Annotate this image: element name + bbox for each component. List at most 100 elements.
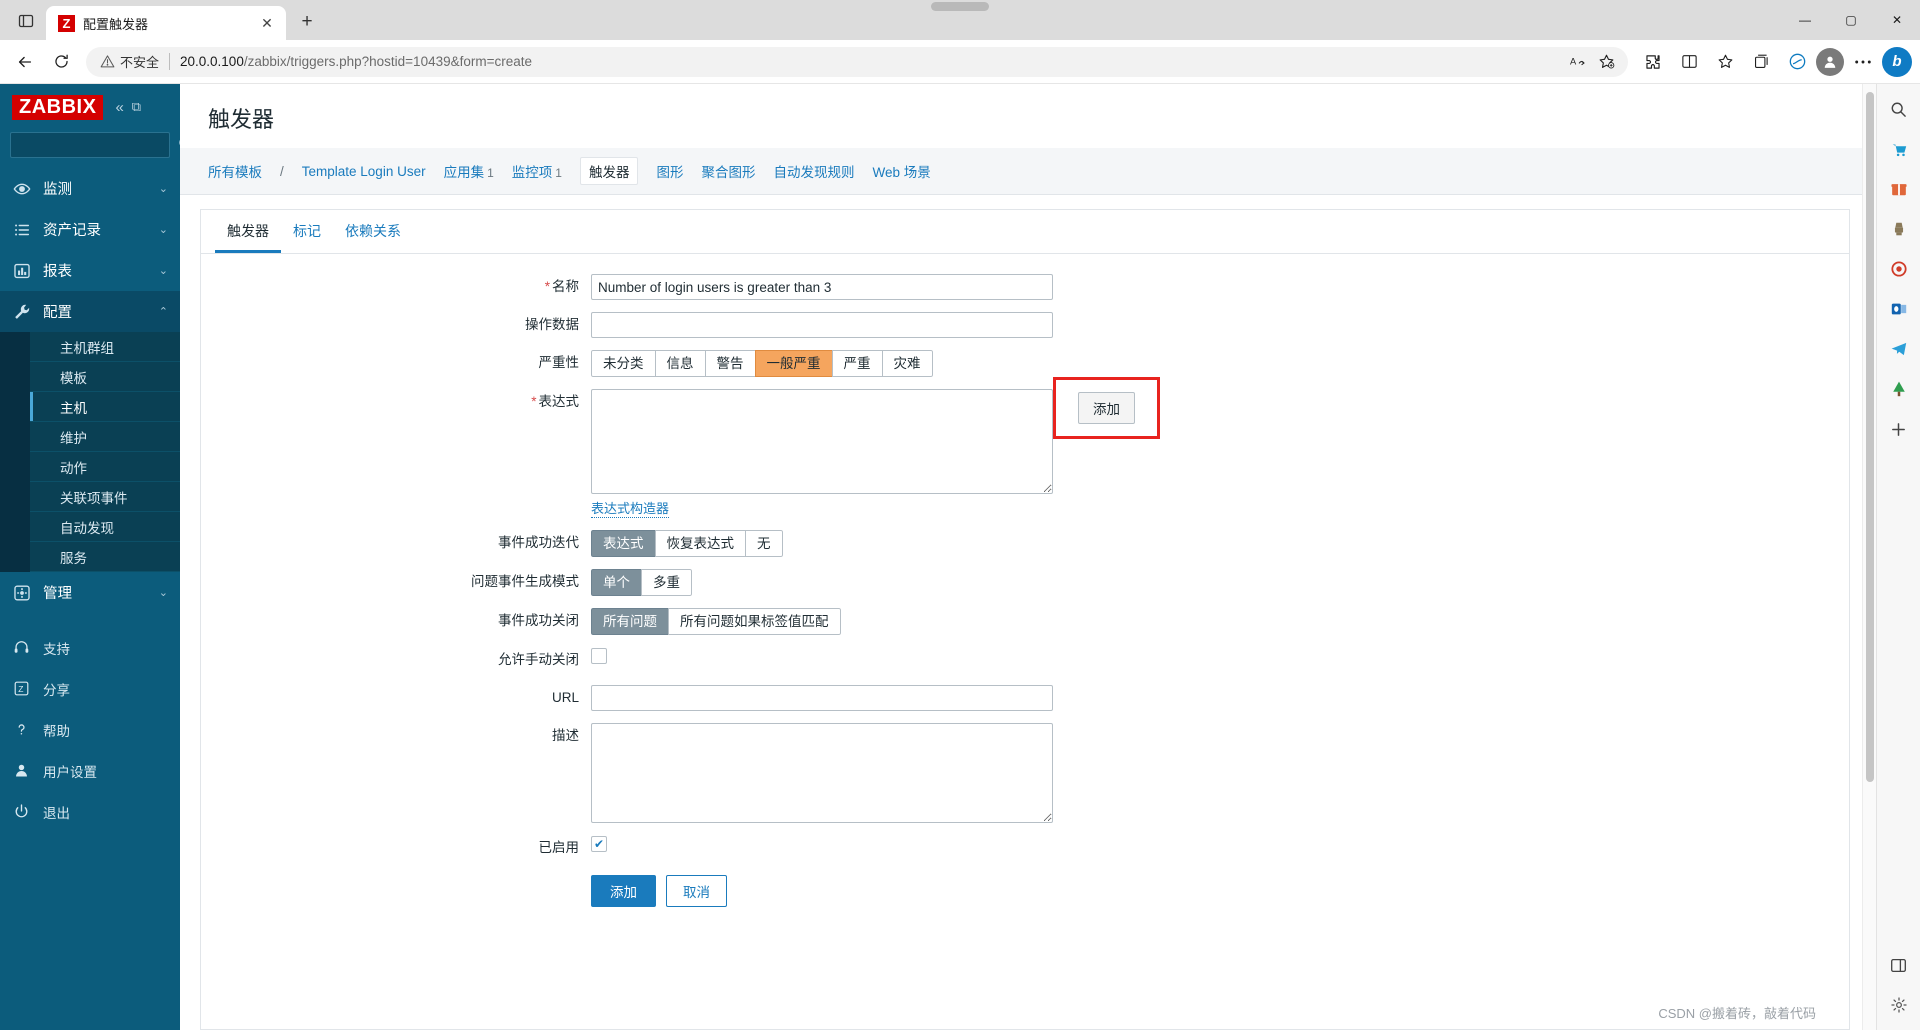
- security-indicator[interactable]: 不安全: [100, 52, 159, 71]
- submit-add-button[interactable]: 添加: [591, 875, 656, 907]
- sidebar-item-user-settings[interactable]: 用户设置: [0, 750, 180, 791]
- browser-tab[interactable]: Z 配置触发器 ✕: [46, 6, 286, 40]
- sidebar-item-help[interactable]: 帮助: [0, 709, 180, 750]
- page-scrollbar[interactable]: [1862, 84, 1876, 1030]
- severity-option-not-classified[interactable]: 未分类: [591, 350, 656, 377]
- reload-icon[interactable]: [44, 45, 78, 79]
- window-close-button[interactable]: ✕: [1874, 0, 1920, 40]
- url-input[interactable]: [591, 685, 1053, 711]
- tab-actions-icon[interactable]: [6, 4, 46, 38]
- sidebar-item-share[interactable]: Z 分享: [0, 668, 180, 709]
- ok-event-option-recovery-expression[interactable]: 恢复表达式: [654, 530, 746, 557]
- tab-dependencies[interactable]: 依赖关系: [333, 210, 413, 253]
- browser-essentials-icon[interactable]: [1780, 45, 1814, 79]
- breadcrumb: 所有模板 / Template Login User 应用集 1 监控项 1 触发器…: [180, 148, 1876, 195]
- sidebar-item-monitoring[interactable]: 监测 ⌄: [0, 168, 180, 209]
- page-scrollbar-thumb[interactable]: [1866, 92, 1874, 782]
- tab-tags[interactable]: 标记: [281, 210, 333, 253]
- sidebar-item-signout[interactable]: 退出: [0, 791, 180, 832]
- cancel-button[interactable]: 取消: [666, 875, 727, 907]
- sidebar-collapse-icon[interactable]: «: [115, 99, 123, 116]
- severity-option-warning[interactable]: 警告: [704, 350, 756, 377]
- breadcrumb-link-triggers-current[interactable]: 触发器: [579, 157, 639, 185]
- add-expression-button[interactable]: 添加: [1078, 392, 1135, 424]
- breadcrumb-link-web-scenarios[interactable]: Web 场景: [872, 161, 930, 181]
- sidebar-subitem-templates[interactable]: 模板: [30, 362, 180, 392]
- security-label: 不安全: [120, 55, 160, 70]
- sidebar-subitem-maintenance[interactable]: 维护: [30, 422, 180, 452]
- name-input[interactable]: [591, 274, 1053, 300]
- url-text: 20.0.0.100/zabbix/triggers.php?hostid=10…: [180, 54, 1558, 69]
- severity-option-high[interactable]: 严重: [831, 350, 883, 377]
- breadcrumb-template-name[interactable]: Template Login User: [302, 164, 426, 179]
- split-screen-icon[interactable]: [1672, 45, 1706, 79]
- breadcrumb-all-templates[interactable]: 所有模板: [208, 161, 262, 181]
- ok-event-option-expression-selected[interactable]: 表达式: [591, 530, 656, 557]
- form-row-actions: 添加 取消: [201, 875, 1849, 907]
- sidebar-item-reports[interactable]: 报表 ⌄: [0, 250, 180, 291]
- problem-event-option-single-selected[interactable]: 单个: [591, 569, 642, 596]
- tab-close-icon[interactable]: ✕: [256, 12, 278, 34]
- description-textarea[interactable]: [591, 723, 1053, 823]
- collections-icon[interactable]: [1744, 45, 1778, 79]
- breadcrumb-link-screens[interactable]: 聚合图形: [701, 161, 755, 181]
- enabled-checkbox[interactable]: ✔: [591, 835, 607, 852]
- expression-textarea[interactable]: [591, 389, 1053, 494]
- rail-search-icon[interactable]: [1884, 94, 1914, 124]
- sidebar-subitem-label: 服务: [60, 550, 87, 566]
- address-bar[interactable]: 不安全 20.0.0.100/zabbix/triggers.php?hosti…: [86, 46, 1628, 77]
- breadcrumb-link-applications[interactable]: 应用集 1: [444, 161, 494, 181]
- event-name-input[interactable]: [591, 312, 1053, 338]
- rail-tree-icon[interactable]: [1884, 374, 1914, 404]
- rail-office-icon[interactable]: [1884, 254, 1914, 284]
- sidebar-item-configuration[interactable]: 配置 ⌃: [0, 291, 180, 332]
- window-maximize-button[interactable]: ▢: [1828, 0, 1874, 40]
- profile-icon[interactable]: [1816, 47, 1844, 76]
- manual-close-checkbox[interactable]: [591, 647, 607, 664]
- rail-add-icon[interactable]: [1884, 414, 1914, 444]
- rail-outlook-icon[interactable]: [1884, 294, 1914, 324]
- search-input[interactable]: [17, 138, 178, 152]
- sidebar-item-support[interactable]: 支持: [0, 627, 180, 668]
- breadcrumb-link-graphs[interactable]: 图形: [656, 161, 683, 181]
- rail-shopping-icon[interactable]: [1884, 134, 1914, 164]
- window-minimize-button[interactable]: —: [1782, 0, 1828, 40]
- problem-event-option-multiple[interactable]: 多重: [641, 569, 692, 596]
- sidebar-subitem-actions[interactable]: 动作: [30, 452, 180, 482]
- ok-event-closes-option-all-problems-selected[interactable]: 所有问题: [591, 608, 669, 635]
- sidebar-pin-icon[interactable]: ⧉: [132, 99, 141, 115]
- favorites-icon[interactable]: [1708, 45, 1742, 79]
- severity-option-disaster[interactable]: 灾难: [881, 350, 933, 377]
- tab-trigger[interactable]: 触发器: [215, 210, 281, 253]
- settings-more-icon[interactable]: [1846, 45, 1880, 79]
- sidebar-item-inventory[interactable]: 资产记录 ⌄: [0, 209, 180, 250]
- breadcrumb-link-discovery-rules[interactable]: 自动发现规则: [773, 161, 854, 181]
- window-drag-handle[interactable]: [931, 2, 989, 11]
- sidebar-subitem-hosts[interactable]: 主机: [30, 392, 180, 422]
- severity-option-information[interactable]: 信息: [654, 350, 706, 377]
- user-icon: [12, 762, 31, 779]
- sidebar-subitem-event-correlation[interactable]: 关联项事件: [30, 482, 180, 512]
- breadcrumb-link-items[interactable]: 监控项 1: [512, 161, 562, 181]
- add-favorite-icon[interactable]: [1593, 48, 1620, 75]
- sidebar-subitem-host-groups[interactable]: 主机群组: [30, 332, 180, 362]
- ok-event-closes-option-tag-match[interactable]: 所有问题如果标签值匹配: [668, 608, 841, 635]
- back-arrow-icon[interactable]: [8, 45, 42, 79]
- ok-event-option-none[interactable]: 无: [745, 530, 783, 557]
- sidebar-subitem-discovery[interactable]: 自动发现: [30, 512, 180, 542]
- sidebar-item-administration[interactable]: 管理 ⌄: [0, 572, 180, 613]
- rail-split-pane-icon[interactable]: [1884, 950, 1914, 980]
- sidebar-search-box[interactable]: [10, 132, 180, 158]
- new-tab-button[interactable]: +: [292, 7, 322, 37]
- rail-gift-icon[interactable]: [1884, 174, 1914, 204]
- rail-games-icon[interactable]: [1884, 214, 1914, 244]
- extensions-icon[interactable]: [1636, 45, 1670, 79]
- read-aloud-icon[interactable]: A: [1565, 48, 1592, 75]
- rail-telegram-icon[interactable]: [1884, 334, 1914, 364]
- expression-constructor-link[interactable]: 表达式构造器: [591, 501, 670, 518]
- sidebar-subitem-services[interactable]: 服务: [30, 542, 180, 572]
- form-tabs: 触发器 标记 依赖关系: [201, 210, 1849, 254]
- bing-icon[interactable]: b: [1882, 46, 1912, 77]
- rail-settings-icon[interactable]: [1884, 990, 1914, 1020]
- severity-option-average-selected[interactable]: 一般严重: [754, 350, 833, 377]
